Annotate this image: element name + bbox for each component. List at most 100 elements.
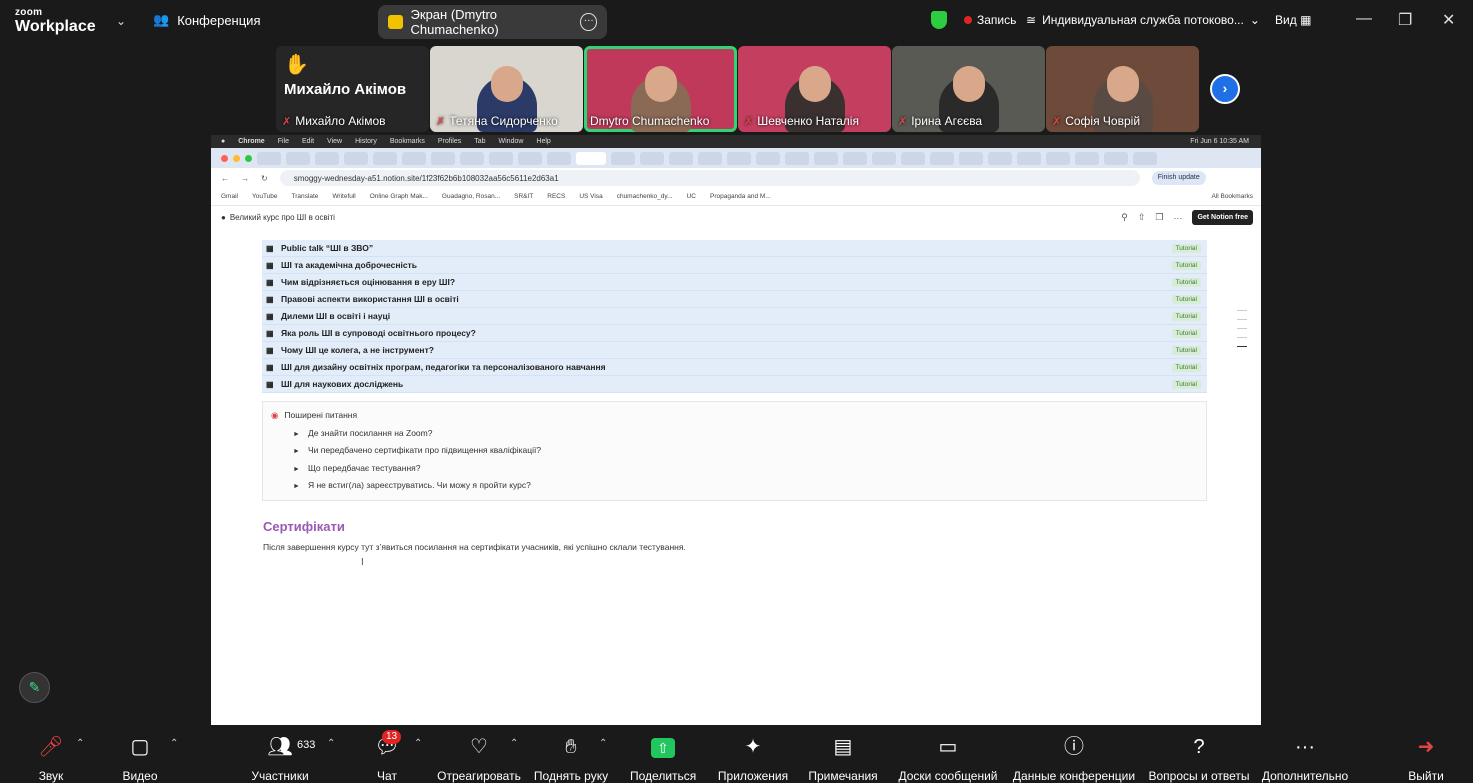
browser-tab [286, 151, 310, 165]
participants-button[interactable]: 👥︎ 633 Участники [250, 734, 315, 783]
audio-label: Звук [38, 769, 64, 783]
browser-tab [669, 151, 693, 165]
react-button[interactable]: ♡ Отреагировать [437, 734, 521, 783]
chevron-up-icon[interactable]: ⌃ [170, 738, 178, 749]
logo-top-text: zoom [15, 7, 43, 18]
whiteboards-button[interactable]: ▭ Доски сообщений [897, 734, 999, 783]
chevron-up-icon[interactable]: ⌃ [76, 738, 84, 749]
zoom-top-bar: zoom Workplace ⌄ 👥 Конференция Экран (Dm… [0, 0, 1473, 44]
people-icon: 👥 [153, 12, 170, 27]
browser-tab [460, 151, 484, 165]
chevron-up-icon[interactable]: ⌃ [599, 738, 607, 749]
participant-tile-active-speaker[interactable]: Dmytro Chumachenko [584, 46, 737, 132]
audio-button[interactable]: 🎤︎ Звук [34, 734, 68, 783]
restore-icon[interactable]: ❐ [1398, 10, 1412, 30]
chevron-up-icon[interactable]: ⌃ [510, 738, 518, 749]
live-stream-indicator[interactable]: ≅ Индивидуальная служба потоково... ⌄ [1026, 13, 1260, 27]
chat-badge: 13 [382, 730, 402, 744]
close-dot-icon [221, 154, 228, 162]
raise-hand-button[interactable]: ✋︎ Поднять руку [533, 734, 609, 783]
shield-icon[interactable] [931, 11, 947, 29]
share-screen-icon: ⇧ [630, 734, 696, 762]
browser-tab [402, 151, 426, 165]
browser-tab [611, 151, 635, 165]
share-button[interactable]: ⇧ Поделиться [630, 734, 696, 783]
conference-menu[interactable]: 👥 Конференция [153, 12, 260, 28]
clapperboard-icon: ▦ [266, 379, 274, 389]
screen-share-pill[interactable]: Экран (Dmytro Chumachenko) ··· [378, 5, 607, 39]
participant-tile[interactable]: ✗ Шевченко Наталія [738, 46, 891, 132]
clapperboard-icon: ▦ [266, 277, 274, 287]
bookmark-item: US Visa [579, 193, 603, 200]
participants-count: 633 [297, 739, 316, 751]
participant-tile[interactable]: ✋ Михайло Акімов ✗ Михайло Акімов [276, 46, 429, 132]
browser-tab [756, 151, 780, 165]
video-button[interactable]: ▢ Видео [120, 734, 160, 783]
heart-icon: ♡ [470, 736, 488, 758]
more-button[interactable]: ··· Дополнительно [1261, 734, 1349, 783]
mic-off-icon: ✗ [436, 115, 446, 128]
faq-toggle: Що передбачає тестування? [293, 463, 421, 473]
mac-menu-item: Chrome [238, 138, 265, 145]
recording-indicator[interactable]: Запись [964, 13, 1016, 27]
view-button[interactable]: Вид ▦ [1275, 13, 1311, 27]
browser-tab [872, 151, 896, 165]
browser-tab [257, 151, 281, 165]
chevron-right-icon: › [1222, 80, 1228, 96]
notes-button[interactable]: ▤ Примечания [806, 734, 880, 783]
browser-tab [1046, 151, 1070, 165]
browser-tab [785, 151, 809, 165]
list-item: ▦ ШІ та академічна доброчесність Tutorial [262, 257, 1207, 274]
faq-title: Поширені питання [284, 410, 358, 420]
browser-tab [489, 151, 513, 165]
mic-off-icon: ✗ [898, 115, 908, 128]
browser-tab [431, 151, 455, 165]
more-icon: ··· [1173, 212, 1183, 223]
apps-button[interactable]: ✦ Приложения [716, 734, 790, 783]
chevron-up-icon[interactable]: ⌃ [414, 738, 422, 749]
back-icon: ← [221, 173, 229, 183]
browser-tab [988, 151, 1012, 165]
forward-icon: → [241, 173, 249, 183]
participants-label: Участники [251, 769, 309, 783]
chat-button[interactable]: 💬︎ 13 Чат [370, 730, 404, 783]
tutorial-tag: Tutorial [1171, 362, 1201, 372]
tutorial-list: ▦ Public talk “ШІ в ЗВО” Tutorial ▦ ШІ та а… [262, 240, 1207, 393]
browser-tab [814, 151, 838, 165]
finish-update-button: Finish update [1151, 171, 1206, 185]
participant-name: Шевченко Наталія [757, 114, 859, 128]
minimize-icon[interactable]: — [1356, 10, 1372, 28]
tutorial-tag: Tutorial [1171, 260, 1201, 270]
browser-tab [843, 151, 867, 165]
pin-icon: ◉ [271, 410, 279, 420]
reload-icon: ↻ [261, 173, 268, 183]
leave-label: Выйти [1408, 769, 1444, 783]
chevron-up-icon[interactable]: ⌃ [327, 738, 335, 749]
bookmarks-bar: Gmail YouTube Translate Writefull Online… [211, 188, 1261, 206]
faq-callout: ◉ Поширені питання Де знайти посилання на… [262, 401, 1207, 501]
tutorial-tag: Tutorial [1171, 379, 1201, 389]
meeting-info-button[interactable]: ⓘ Данные конференции [1012, 734, 1136, 783]
chevron-down-icon[interactable]: ⌄ [116, 14, 126, 28]
close-icon[interactable]: ✕ [1442, 10, 1455, 30]
participant-tile[interactable]: ✗ Тетяна Сидорченко [430, 46, 583, 132]
annotate-pen-button[interactable]: ✎ [19, 672, 50, 703]
participant-tile[interactable]: ✗ Ірина Агєєва [892, 46, 1045, 132]
tutorial-tag: Tutorial [1171, 294, 1201, 304]
more-options-icon[interactable]: ··· [580, 13, 597, 31]
hand-icon: ✋︎ [565, 736, 577, 758]
qa-button[interactable]: ? Вопросы и ответы [1148, 734, 1250, 783]
leave-button[interactable]: ➜ Выйти [1406, 734, 1446, 783]
tutorial-tag: Tutorial [1171, 277, 1201, 287]
bookmark-item: Propaganda and M... [709, 193, 771, 200]
participant-name: Софія Човрій [1065, 114, 1141, 128]
mic-off-icon: 🎤︎ [38, 736, 64, 758]
bookmark-item: Guadagno, Rosan... [441, 193, 501, 200]
grid-icon: ▦ [1300, 13, 1312, 27]
bookmark-item: chumachenko_dy... [616, 193, 673, 200]
people-icon: 👥︎ 633 [250, 734, 315, 762]
participant-name: Тетяна Сидорченко [449, 114, 558, 128]
mac-menu-item: View [327, 138, 343, 145]
next-page-button[interactable]: › [1210, 74, 1240, 104]
participant-tile[interactable]: ✗ Софія Човрій [1046, 46, 1199, 132]
